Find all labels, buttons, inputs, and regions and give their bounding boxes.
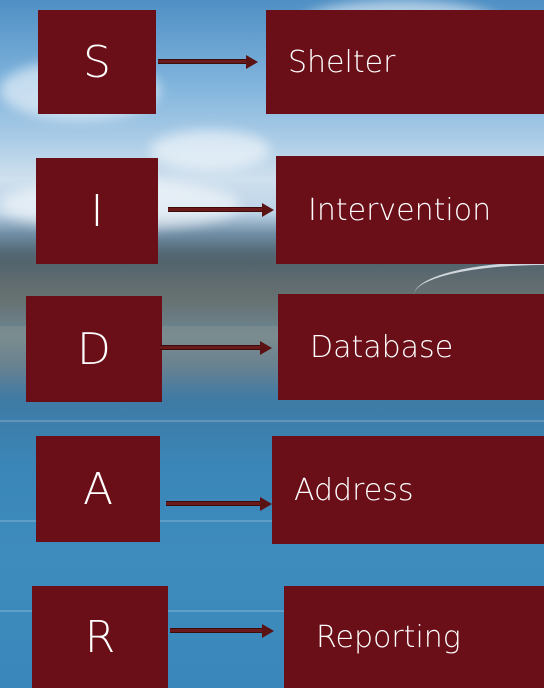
word-intervention: Intervention: [308, 192, 492, 228]
letter-box-s: S: [38, 10, 156, 114]
word-reporting: Reporting: [316, 619, 461, 655]
arrow-r: [170, 624, 274, 638]
arrow-i: [168, 203, 274, 217]
word-box-database: Database: [278, 294, 544, 400]
letter-i: I: [90, 185, 104, 237]
word-address: Address: [294, 472, 414, 508]
letter-d: D: [77, 323, 111, 375]
letter-s: S: [83, 36, 111, 88]
letter-a: A: [82, 463, 114, 515]
letter-r: R: [84, 611, 116, 663]
cloud: [150, 130, 270, 170]
letter-box-d: D: [26, 296, 162, 402]
letter-box-r: R: [32, 586, 168, 688]
word-database: Database: [310, 329, 454, 365]
letter-box-i: I: [36, 158, 158, 264]
arrow-s: [158, 55, 258, 69]
word-box-reporting: Reporting: [284, 586, 544, 688]
arrow-d: [160, 341, 272, 355]
word-box-address: Address: [272, 436, 544, 544]
arrow-a: [166, 497, 272, 511]
water-ripple: [0, 420, 544, 422]
word-shelter: Shelter: [288, 44, 396, 80]
word-box-shelter: Shelter: [266, 10, 544, 114]
letter-box-a: A: [36, 436, 160, 542]
word-box-intervention: Intervention: [276, 156, 544, 264]
